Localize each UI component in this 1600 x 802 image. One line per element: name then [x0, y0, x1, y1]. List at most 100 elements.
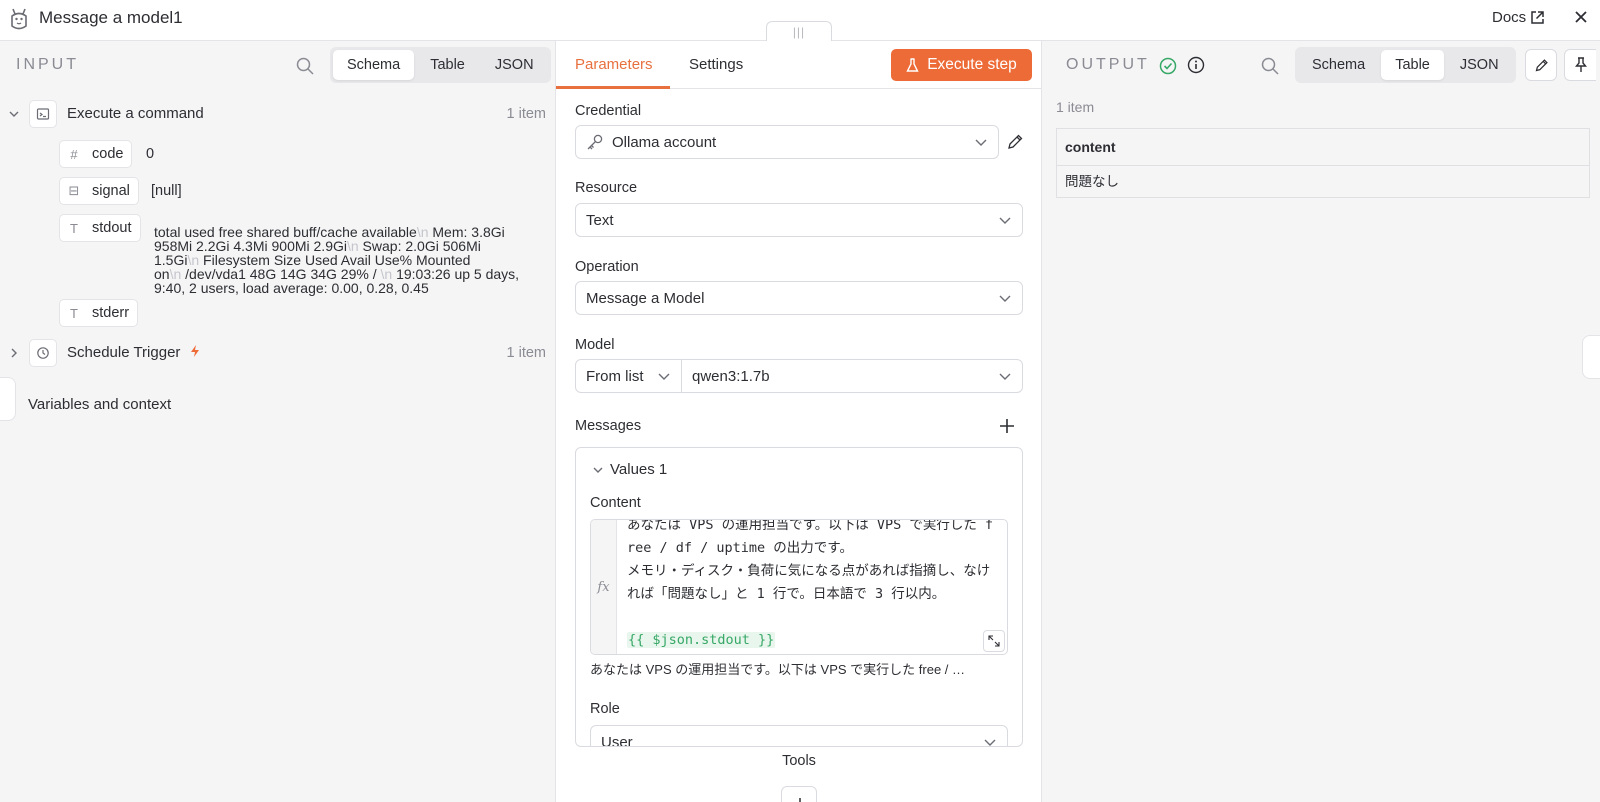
output-tab-table[interactable]: Table	[1381, 50, 1444, 80]
input-node-execute-command[interactable]: Execute a command 1 item	[0, 99, 556, 129]
content-text[interactable]: あなたは VPS の運用担当です。以下は VPS で実行した f ree / df…	[627, 520, 1003, 652]
credential-select[interactable]: Ollama account	[575, 125, 999, 159]
field-stderr[interactable]: T stderr	[59, 299, 139, 327]
field-value-signal: [null]	[151, 183, 182, 199]
left-collapse-tab[interactable]	[0, 377, 16, 421]
clock-icon	[29, 339, 57, 367]
search-icon[interactable]	[1260, 56, 1280, 76]
chevron-right-icon[interactable]	[7, 346, 21, 360]
chevron-down-icon	[658, 373, 670, 380]
field-name: code	[92, 146, 124, 162]
node-name: Execute a command	[67, 105, 204, 122]
execute-step-button[interactable]: Execute step	[891, 49, 1032, 81]
field-stdout[interactable]: T stdout	[59, 214, 141, 242]
parameters-panel: Parameters Settings Execute step Credent…	[556, 41, 1042, 802]
stdout-line: 958Mi 2.2Gi 4.3Mi 900Mi 2.9Gi\n Swap: 2.…	[154, 238, 481, 254]
expand-icon	[988, 635, 1000, 647]
chevron-down-icon	[999, 295, 1011, 302]
credential-label: Credential	[575, 103, 642, 119]
column-header-content[interactable]: content	[1057, 129, 1589, 166]
tab-settings[interactable]: Settings	[689, 56, 743, 73]
stdout-line: 1.5Gi\n Filesystem Size Used Avail Use% …	[154, 252, 471, 268]
fx-icon: fx	[591, 520, 617, 654]
stdout-line: total used free shared buff/cache availa…	[154, 224, 505, 240]
content-label: Content	[590, 495, 641, 511]
chevron-down-icon	[984, 739, 996, 746]
panel-drag-handle[interactable]: |||	[766, 21, 832, 41]
info-icon[interactable]	[1187, 56, 1205, 74]
output-table: content 問題なし	[1056, 128, 1590, 198]
search-icon[interactable]	[295, 56, 315, 76]
message-values-group: Values 1 Content fx あなたは VPS の運用担当です。以下は…	[575, 447, 1023, 747]
input-tab-table[interactable]: Table	[416, 50, 479, 80]
field-code[interactable]: # code	[59, 140, 133, 168]
output-tab-json[interactable]: JSON	[1446, 50, 1513, 80]
input-node-schedule-trigger[interactable]: Schedule Trigger 1 item	[0, 338, 556, 368]
input-tab-schema[interactable]: Schema	[333, 50, 415, 80]
output-panel: OUTPUT Schema Table JSON 1 item content …	[1042, 41, 1600, 802]
docs-label: Docs	[1492, 9, 1527, 26]
table-cell[interactable]: 問題なし	[1057, 166, 1589, 197]
resource-value: Text	[586, 211, 614, 229]
tab-parameters[interactable]: Parameters	[575, 56, 653, 73]
text-type-icon: T	[70, 305, 78, 321]
field-signal[interactable]: ⊟ signal	[59, 177, 139, 205]
flask-icon	[906, 57, 919, 72]
field-name: stdout	[92, 220, 132, 236]
docs-link[interactable]: Docs	[1492, 9, 1545, 26]
model-label: Model	[575, 337, 615, 353]
operation-select[interactable]: Message a Model	[575, 281, 1023, 315]
model-select[interactable]: qwen3:1.7b	[681, 359, 1023, 393]
field-name: stderr	[92, 305, 130, 321]
field-name: signal	[92, 183, 130, 199]
messages-label: Messages	[575, 418, 642, 434]
input-view-switch: Schema Table JSON	[330, 47, 551, 83]
output-tab-schema[interactable]: Schema	[1298, 50, 1379, 80]
null-type-icon: ⊟	[68, 183, 80, 198]
content-expression-editor[interactable]: fx あなたは VPS の運用担当です。以下は VPS で実行した f ree /…	[590, 519, 1008, 655]
active-tab-indicator	[556, 86, 670, 89]
pin-icon	[1574, 57, 1587, 72]
credential-value: Ollama account	[612, 133, 717, 151]
chevron-down-icon[interactable]	[592, 464, 604, 476]
tools-label: Tools	[782, 753, 816, 769]
operation-label: Operation	[575, 259, 639, 275]
pencil-icon[interactable]	[1006, 133, 1024, 151]
edit-output-button[interactable]	[1525, 49, 1557, 81]
operation-value: Message a Model	[586, 289, 705, 307]
chevron-down-icon	[975, 139, 987, 146]
pin-output-button[interactable]	[1564, 49, 1596, 81]
chevron-down-icon[interactable]	[7, 107, 21, 121]
input-panel: INPUT Schema Table JSON Execute a comman…	[0, 41, 556, 802]
key-icon	[587, 134, 603, 150]
node-title[interactable]: Message a model1	[39, 8, 183, 28]
add-tool-button[interactable]	[781, 786, 817, 802]
resource-label: Resource	[575, 180, 638, 196]
add-icon	[799, 798, 801, 802]
pencil-icon	[1535, 58, 1548, 71]
input-tab-json[interactable]: JSON	[481, 50, 548, 80]
chevron-down-icon	[999, 217, 1011, 224]
input-label: INPUT	[16, 56, 79, 73]
model-value: qwen3:1.7b	[692, 367, 770, 385]
add-icon[interactable]	[999, 418, 1015, 434]
expand-editor-button[interactable]	[983, 630, 1005, 652]
number-type-icon: #	[70, 146, 78, 162]
model-mode-select[interactable]: From list	[575, 359, 682, 393]
close-icon[interactable]	[1572, 8, 1590, 26]
trigger-bolt-icon	[190, 345, 199, 357]
variables-and-context[interactable]: Variables and context	[28, 396, 171, 413]
output-view-switch: Schema Table JSON	[1295, 47, 1516, 83]
resource-select[interactable]: Text	[575, 203, 1023, 237]
output-label: OUTPUT	[1066, 56, 1150, 73]
item-count: 1 item	[506, 345, 547, 361]
field-value-stdout: total used free shared buff/cache availa…	[154, 225, 549, 295]
model-mode-value: From list	[586, 367, 644, 385]
node-name: Schedule Trigger	[67, 344, 201, 361]
values-title[interactable]: Values 1	[610, 461, 667, 478]
chevron-down-icon	[999, 373, 1011, 380]
role-select[interactable]: User	[590, 725, 1008, 746]
right-collapse-tab[interactable]	[1582, 335, 1600, 379]
external-link-icon	[1531, 11, 1544, 24]
content-expression: {{ $json.stdout }}	[627, 632, 776, 648]
